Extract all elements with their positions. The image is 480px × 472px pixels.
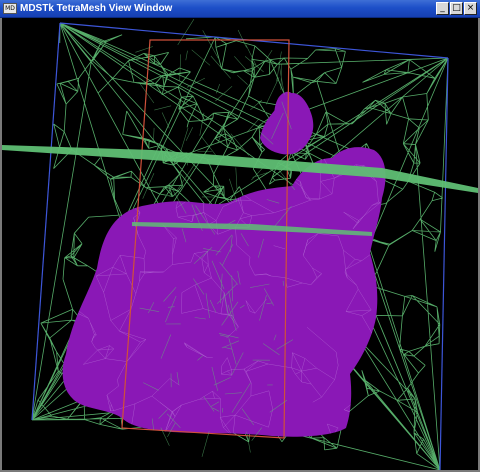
window-title: MDSTk TetraMesh View Window <box>20 3 173 14</box>
3d-viewport[interactable] <box>2 18 478 470</box>
title-bar[interactable]: MD MDSTk TetraMesh View Window _ □ × <box>0 0 480 18</box>
window-border-left <box>0 18 2 472</box>
close-button[interactable]: × <box>464 2 477 15</box>
box-right-edge <box>439 57 449 470</box>
app-icon[interactable]: MD <box>3 3 17 14</box>
mesh-render <box>2 19 478 470</box>
maximize-button[interactable]: □ <box>450 2 463 15</box>
minimize-button[interactable]: _ <box>436 2 449 15</box>
tetramesh-view-window: MD MDSTk TetraMesh View Window _ □ × <box>0 0 480 472</box>
